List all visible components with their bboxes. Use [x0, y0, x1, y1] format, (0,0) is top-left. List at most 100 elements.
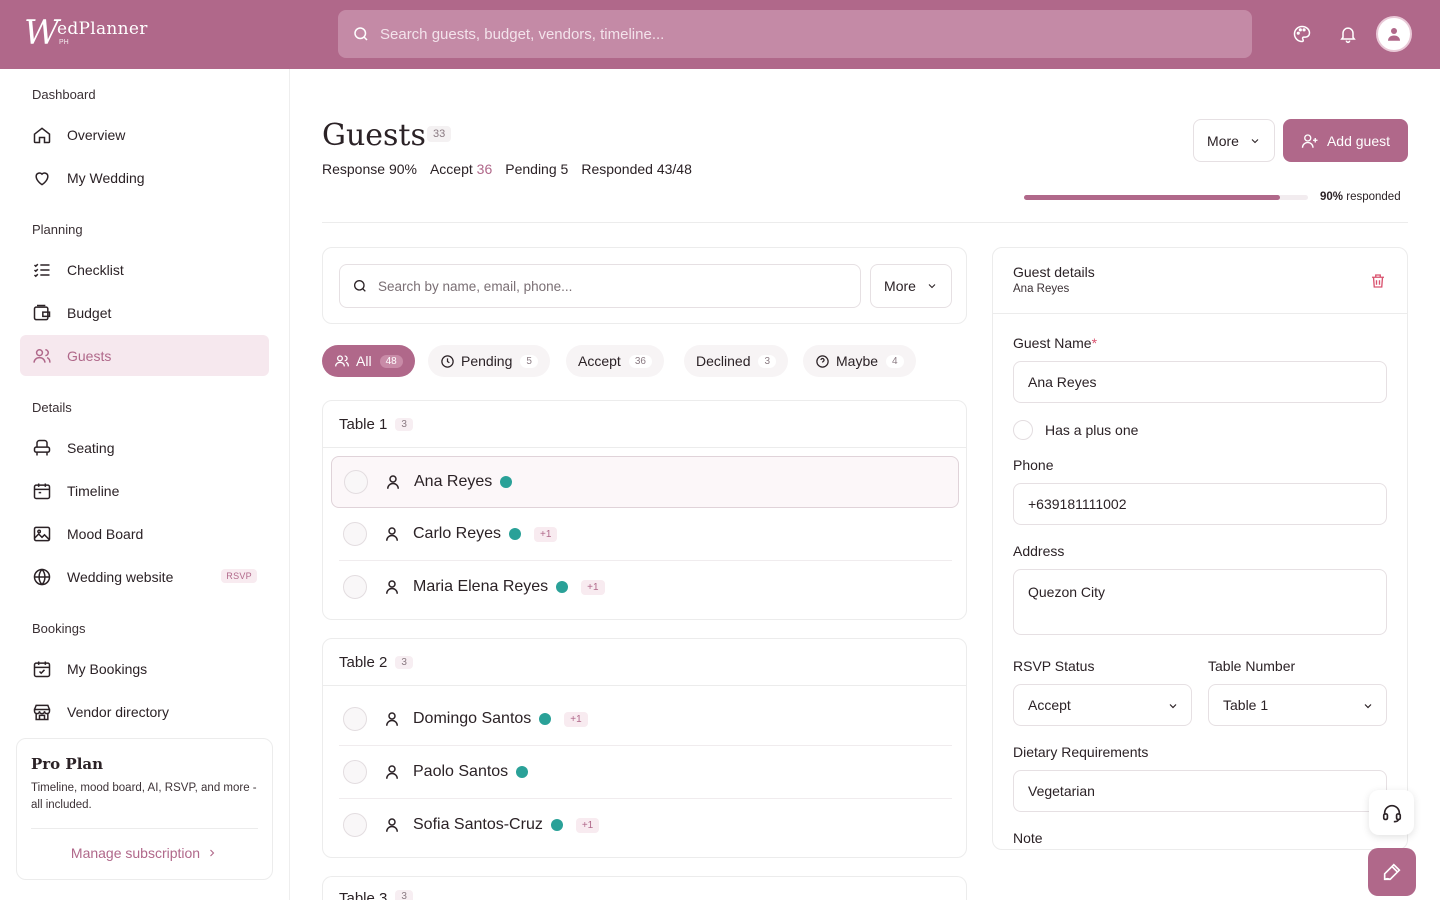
sidebar-item-timeline[interactable]: Timeline: [20, 470, 269, 511]
search-icon: [354, 280, 366, 292]
note-label: Note: [1013, 830, 1043, 846]
palette-icon[interactable]: [1292, 24, 1312, 44]
sidebar-item-mood-board[interactable]: Mood Board: [20, 513, 269, 554]
support-button[interactable]: [1369, 790, 1414, 835]
app-logo[interactable]: W edPlanner PH: [24, 16, 148, 50]
user-icon: [1388, 28, 1400, 41]
guest-details-title: Guest details: [1013, 264, 1095, 280]
guest-name: Paolo Santos: [413, 763, 509, 780]
guest-name-label: Guest Name*: [1013, 335, 1098, 351]
guest-select-radio[interactable]: [343, 522, 367, 546]
phone-input[interactable]: +639181111002: [1013, 483, 1387, 525]
table-name: Table 1: [339, 415, 388, 433]
guest-row[interactable]: Sofia Santos-Cruz +1: [331, 799, 959, 851]
sidebar-item-guests[interactable]: Guests: [20, 335, 269, 376]
plus-one-toggle[interactable]: Has a plus one: [1013, 420, 1138, 440]
heart-icon: [35, 171, 49, 186]
sidebar-item-budget[interactable]: Budget: [20, 292, 269, 333]
global-search[interactable]: [338, 10, 1252, 58]
filter-maybe[interactable]: Maybe 4: [803, 345, 916, 377]
address-textarea[interactable]: Quezon City: [1013, 569, 1387, 635]
filter-count: 4: [886, 354, 904, 368]
pro-plan-desc: Timeline, mood board, AI, RSVP, and more…: [31, 782, 257, 811]
logo-mark: W: [24, 13, 59, 53]
sidebar-item-overview[interactable]: Overview: [20, 114, 269, 155]
filter-pending[interactable]: Pending 5: [428, 345, 550, 377]
sidebar-item-seating[interactable]: Seating: [20, 427, 269, 468]
table-name: Table 2: [339, 653, 388, 671]
dietary-input[interactable]: Vegetarian: [1013, 770, 1387, 812]
guest-select-radio[interactable]: [343, 575, 367, 599]
trash-icon[interactable]: [1369, 272, 1387, 290]
sidebar-item-wedding-website[interactable]: Wedding website RSVP: [20, 556, 269, 597]
guest-search-field[interactable]: [339, 264, 861, 308]
sidebar-item-label: Seating: [67, 439, 115, 456]
guest-row[interactable]: Paolo Santos: [331, 746, 959, 798]
bell-icon[interactable]: [1338, 24, 1358, 44]
users-icon: [33, 348, 51, 363]
sidebar-item-label: Overview: [67, 126, 126, 143]
table-number-select[interactable]: Table 1: [1208, 684, 1387, 726]
pen-icon: [1383, 863, 1401, 881]
section-title-dashboard: Dashboard: [32, 87, 96, 102]
global-search-input[interactable]: [380, 25, 1240, 43]
table-number-value: Table 1: [1223, 697, 1269, 713]
guest-name: Carlo Reyes: [413, 525, 502, 542]
table-group-header[interactable]: Table 2 3: [323, 639, 966, 686]
chevron-down-icon: [1169, 704, 1177, 709]
rsvp-status-select[interactable]: Accept: [1013, 684, 1192, 726]
guest-row[interactable]: Ana Reyes: [331, 456, 959, 508]
guest-row[interactable]: Maria Elena Reyes +1: [331, 561, 959, 613]
guest-search-input[interactable]: [378, 278, 848, 294]
guest-select-radio[interactable]: [344, 470, 368, 494]
guest-select-radio[interactable]: [343, 707, 367, 731]
list-more-button[interactable]: More: [870, 264, 952, 308]
add-guest-button[interactable]: Add guest: [1283, 119, 1408, 162]
section-title-bookings: Bookings: [32, 621, 86, 636]
sidebar-item-my-wedding[interactable]: My Wedding: [20, 157, 269, 198]
sidebar: Dashboard Overview My Wedding Planning C…: [0, 69, 290, 900]
guest-select-radio[interactable]: [343, 760, 367, 784]
user-avatar[interactable]: [1376, 16, 1412, 52]
users-icon: [335, 355, 349, 367]
home-icon: [33, 126, 51, 143]
more-label: More: [1207, 132, 1239, 149]
table-count: 3: [395, 890, 413, 900]
rsvp-status-dot: [509, 528, 522, 540]
filter-accept[interactable]: Accept 36: [566, 345, 664, 377]
guest-select-radio[interactable]: [343, 813, 367, 837]
sidebar-item-my-bookings[interactable]: My Bookings: [20, 648, 269, 689]
filter-label: All: [356, 353, 372, 369]
sidebar-item-checklist[interactable]: Checklist: [20, 249, 269, 290]
sidebar-item-vendor-directory[interactable]: Vendor directory: [20, 691, 269, 732]
manage-subscription-link[interactable]: Manage subscription: [31, 845, 258, 861]
response-label: Response: [322, 161, 386, 177]
filter-count: 48: [379, 354, 403, 368]
guest-row[interactable]: Domingo Santos +1: [331, 693, 959, 745]
guest-details-subtitle: Ana Reyes: [1013, 283, 1070, 295]
guest-details-header: Guest details Ana Reyes: [993, 248, 1407, 314]
filter-label: Accept: [578, 353, 621, 369]
table-group: Table 3 3: [322, 876, 967, 900]
filter-declined[interactable]: Declined 3: [684, 345, 789, 377]
rsvp-badge: RSVP: [221, 569, 257, 583]
table-group-header[interactable]: Table 3 3: [323, 877, 966, 900]
response-value: 90%: [388, 161, 417, 177]
filter-all[interactable]: All 48: [322, 345, 415, 377]
chevron-down-icon: [1364, 704, 1372, 709]
progress-value: 90%: [1320, 191, 1344, 203]
guest-name-input[interactable]: Ana Reyes: [1013, 361, 1387, 403]
quick-edit-button[interactable]: [1368, 848, 1416, 896]
plus-one-badge: +1: [575, 817, 600, 833]
sidebar-item-label: Mood Board: [67, 525, 144, 542]
sidebar-item-label: Timeline: [67, 482, 120, 499]
more-button[interactable]: More: [1193, 119, 1275, 162]
section-title-details: Details: [32, 400, 72, 415]
plus-one-checkbox[interactable]: [1013, 420, 1033, 440]
guest-row[interactable]: Carlo Reyes +1: [331, 508, 959, 560]
table-group-header[interactable]: Table 1 3: [323, 401, 966, 448]
rsvp-status-dot: [516, 766, 529, 778]
section-title-planning: Planning: [32, 222, 83, 237]
filter-count: 36: [628, 354, 652, 368]
person-icon: [387, 475, 399, 489]
